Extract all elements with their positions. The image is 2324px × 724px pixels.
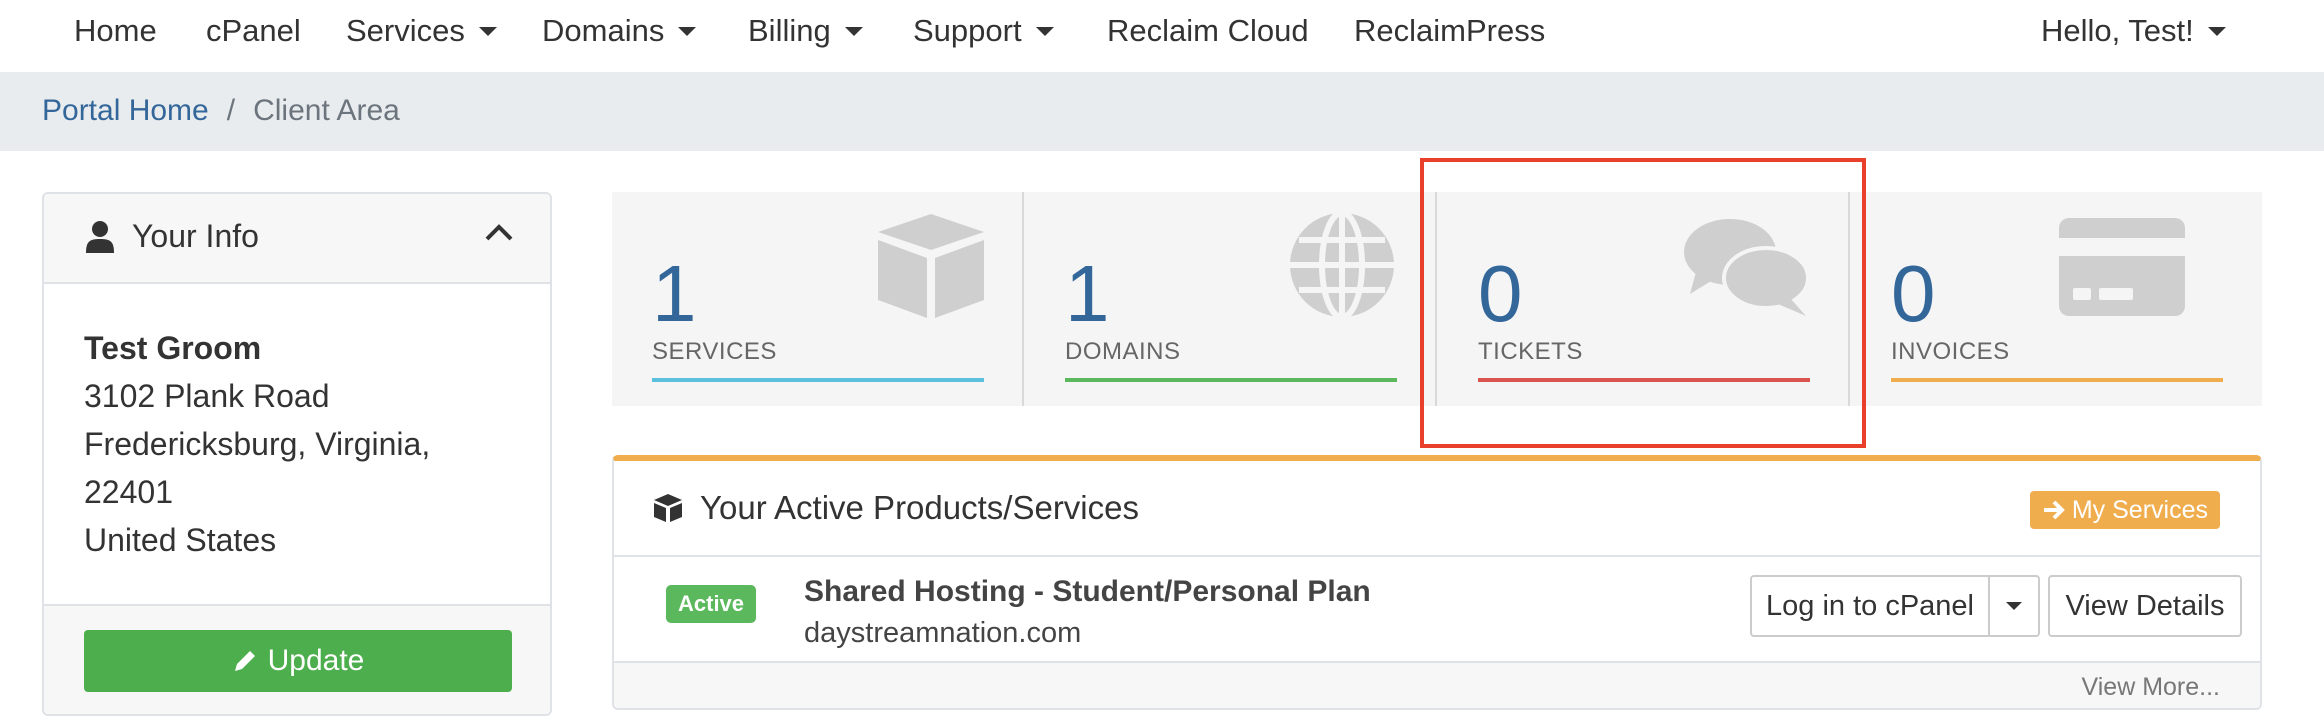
arrow-right-icon — [2043, 500, 2065, 520]
active-products-title: Your Active Products/Services — [652, 489, 1139, 527]
update-button-label: Update — [267, 644, 365, 677]
breadcrumb-separator: / — [226, 94, 236, 127]
product-name[interactable]: Shared Hosting - Student/Personal Plan — [804, 575, 1371, 609]
your-info-title-label: Your Info — [132, 218, 259, 254]
tile-invoices-label: INVOICES — [1891, 338, 2010, 365]
caret-down-icon — [2207, 26, 2226, 36]
top-navbar: Home cPanel Services Domains Billing Sup… — [0, 0, 2324, 72]
address-line-2: Fredericksburg, Virginia, — [84, 426, 431, 462]
nav-user-menu[interactable]: Hello, Test! — [2041, 13, 2226, 49]
breadcrumb: Portal Home / Client Area — [42, 94, 400, 128]
address-country: United States — [84, 522, 277, 558]
tile-invoices-underline — [1891, 378, 2223, 382]
highlight-box — [1420, 158, 1866, 448]
tile-divider — [1022, 192, 1024, 406]
product-domain: daystreamnation.com — [804, 617, 1082, 649]
nav-reclaim-cloud-label: Reclaim Cloud — [1107, 13, 1309, 48]
tile-services-count: 1 — [652, 249, 697, 338]
my-services-button[interactable]: My Services — [2029, 491, 2220, 529]
your-info-address: Test Groom 3102 Plank Road Fredericksbur… — [84, 324, 430, 564]
pencil-icon — [234, 651, 255, 671]
login-cpanel-button[interactable]: Log in to cPanel — [1750, 575, 1990, 637]
tile-services[interactable]: 1 SERVICES — [612, 192, 1024, 406]
tile-invoices-count: 0 — [1891, 249, 1936, 338]
status-badge: Active — [666, 585, 757, 623]
nav-domains-label: Domains — [542, 13, 665, 48]
caret-down-icon — [2006, 602, 2022, 610]
tile-domains-underline — [1065, 378, 1397, 382]
product-row: Active Shared Hosting - Student/Personal… — [614, 557, 2260, 661]
user-icon — [86, 220, 114, 253]
cube-icon — [878, 214, 984, 318]
my-services-label: My Services — [2071, 495, 2208, 524]
view-details-button[interactable]: View Details — [2048, 575, 2242, 637]
nav-reclaim-cloud[interactable]: Reclaim Cloud — [1107, 13, 1309, 49]
caret-down-icon — [844, 26, 863, 36]
address-postcode: 22401 — [84, 474, 173, 510]
nav-reclaimpress[interactable]: ReclaimPress — [1354, 13, 1545, 49]
nav-support-label: Support — [913, 13, 1022, 48]
active-products-title-label: Your Active Products/Services — [700, 489, 1139, 526]
login-dropdown-toggle[interactable] — [1988, 575, 2040, 637]
tile-domains[interactable]: 1 DOMAINS — [1025, 192, 1437, 406]
nav-services-label: Services — [346, 13, 465, 48]
chevron-up-icon[interactable] — [484, 222, 514, 242]
nav-cpanel-label: cPanel — [206, 13, 301, 48]
breadcrumb-current: Client Area — [253, 94, 400, 127]
credit-card-icon — [2059, 218, 2185, 316]
caret-down-icon — [1035, 26, 1054, 36]
caret-down-icon — [678, 26, 697, 36]
your-info-footer: Update — [44, 604, 550, 714]
tile-domains-count: 1 — [1065, 249, 1110, 338]
breadcrumb-bar: Portal Home / Client Area — [0, 72, 2324, 151]
nav-billing[interactable]: Billing — [748, 13, 863, 49]
nav-reclaimpress-label: ReclaimPress — [1354, 13, 1546, 48]
nav-user-menu-label: Hello, Test! — [2041, 13, 2194, 48]
nav-domains[interactable]: Domains — [542, 13, 697, 49]
view-more-link[interactable]: View More... — [2082, 673, 2220, 702]
caret-down-icon — [478, 26, 497, 36]
breadcrumb-portal-home[interactable]: Portal Home — [42, 94, 209, 128]
nav-billing-label: Billing — [748, 13, 831, 48]
tile-domains-label: DOMAINS — [1065, 338, 1181, 365]
nav-home-label: Home — [74, 13, 157, 48]
cube-icon — [654, 494, 682, 522]
update-button[interactable]: Update — [84, 630, 512, 692]
active-products-panel: Your Active Products/Services My Service… — [612, 455, 2262, 710]
nav-services[interactable]: Services — [346, 13, 497, 49]
active-products-header: Your Active Products/Services My Service… — [614, 461, 2260, 557]
nav-cpanel[interactable]: cPanel — [206, 13, 301, 49]
client-name: Test Groom — [84, 330, 262, 366]
tile-invoices[interactable]: 0 INVOICES — [1851, 192, 2263, 406]
your-info-title: Your Info — [86, 218, 259, 255]
active-products-footer: View More... — [614, 661, 2260, 708]
globe-icon — [1290, 210, 1394, 320]
nav-support[interactable]: Support — [913, 13, 1054, 49]
nav-home[interactable]: Home — [74, 13, 157, 49]
your-info-card: Your Info Test Groom 3102 Plank Road Fre… — [42, 192, 552, 716]
your-info-header[interactable]: Your Info — [44, 194, 550, 284]
address-line-1: 3102 Plank Road — [84, 378, 330, 414]
tile-services-label: SERVICES — [652, 338, 777, 365]
tile-services-underline — [652, 378, 984, 382]
